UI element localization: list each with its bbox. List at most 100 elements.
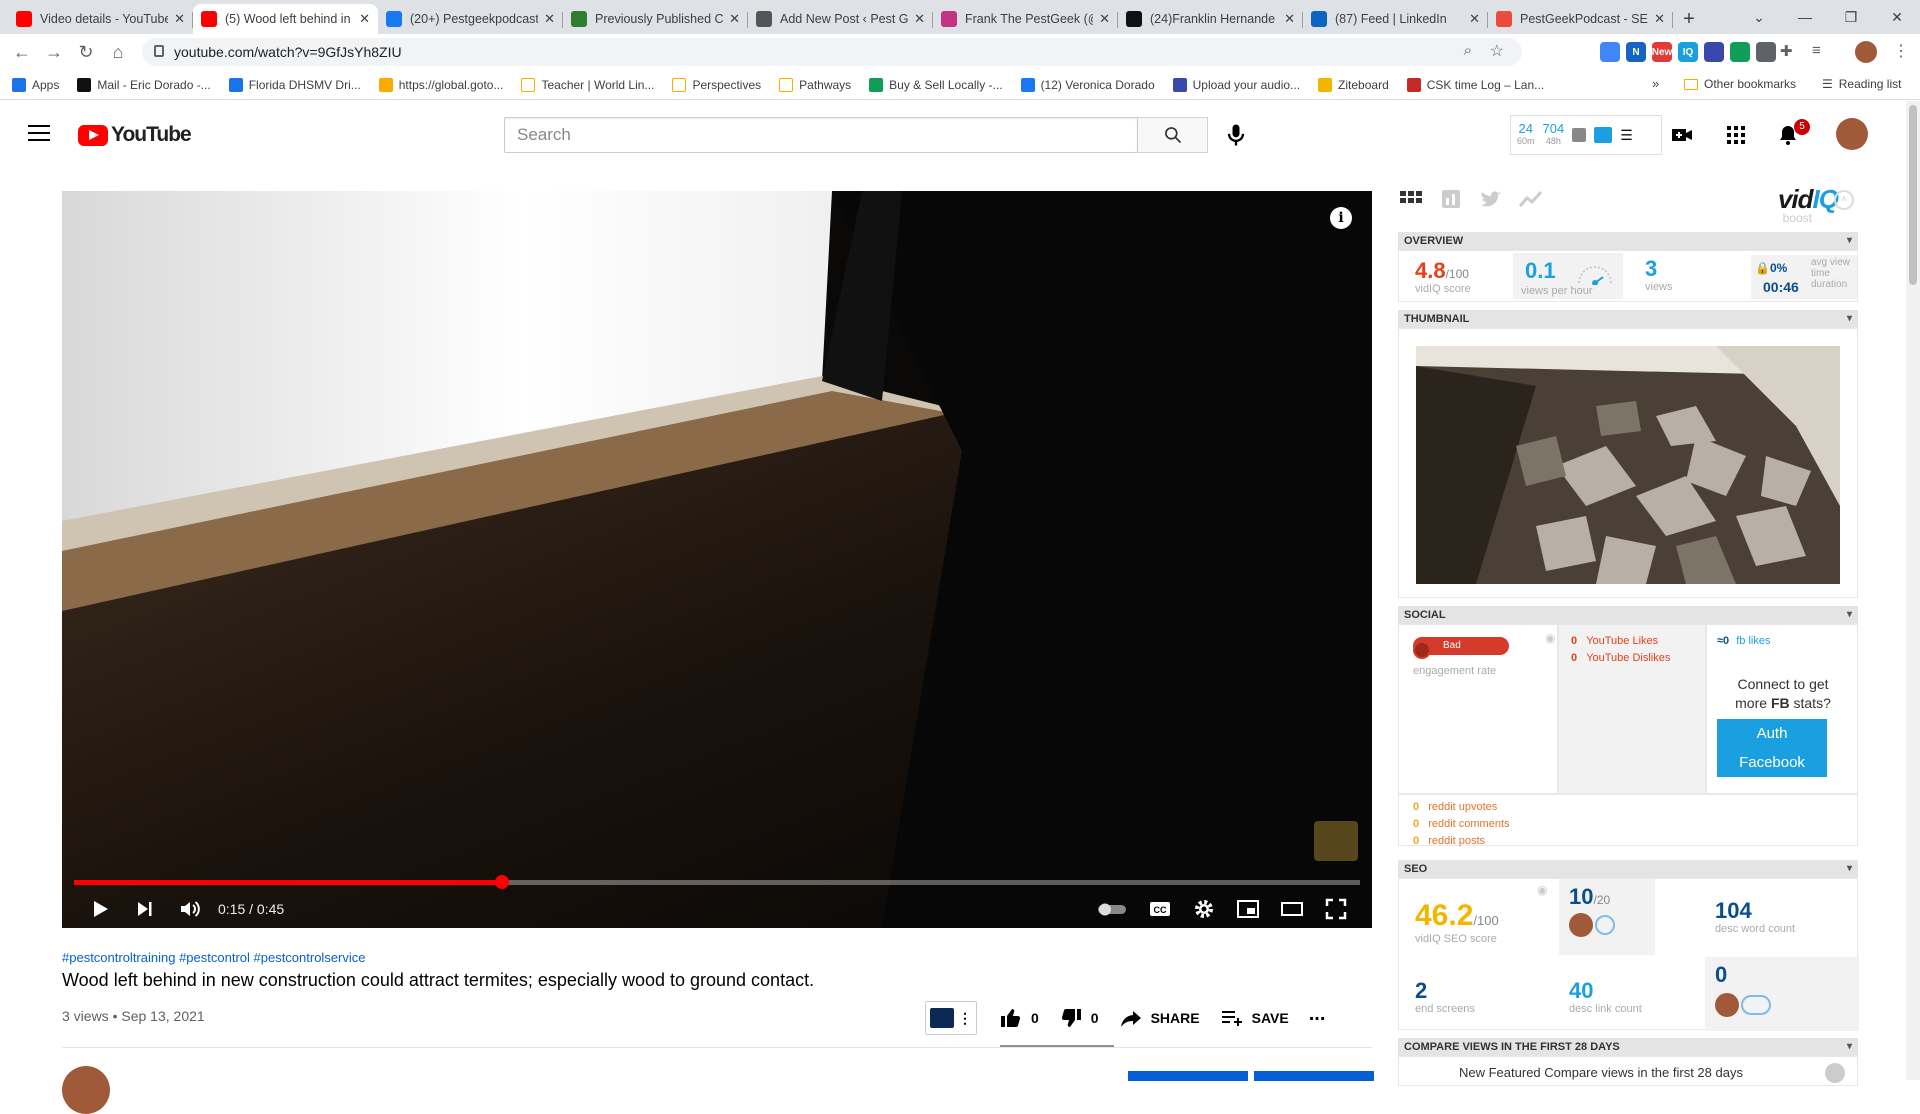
video-hashtags[interactable]: #pestcontroltraining #pestcontrol #pestc… [62,950,366,965]
vidiq-views-48h[interactable]: 704 48h [1543,122,1565,148]
save-button[interactable]: SAVE [1220,1006,1289,1030]
like-button[interactable]: 0 [999,1006,1039,1030]
bookmark-item[interactable]: (12) Veronica Dorado [1020,77,1155,92]
bookmark-item[interactable]: Ziteboard [1318,77,1389,92]
tab-close-icon[interactable]: ✕ [544,11,555,27]
vidiq-list-icon[interactable]: ☰ [1620,127,1633,144]
voice-search-icon[interactable] [1222,121,1250,149]
page-scrollbar[interactable] [1906,101,1920,1080]
compare-header[interactable]: COMPARE VIEWS IN THE FIRST 28 DAYS [1398,1038,1858,1056]
browser-tab[interactable]: Add New Post ‹ Pest G ✕ [748,4,933,34]
bookmark-item[interactable]: Perspectives [672,77,761,92]
twitter-tab-icon[interactable] [1478,188,1504,210]
create-video-icon[interactable] [1670,123,1694,147]
overview-header[interactable]: OVERVIEW [1398,232,1858,250]
video-player[interactable]: i 0:15 / 0:45 CC [62,191,1372,928]
auth-facebook-button[interactable]: Auth Facebook [1717,719,1827,777]
vidiq-stats-tab-icon[interactable] [1438,188,1464,210]
share-button[interactable]: SHARE [1119,1006,1200,1030]
forward-icon[interactable]: → [38,36,70,68]
tab-search-icon[interactable]: ⌄ [1736,9,1782,26]
tab-close-icon[interactable]: ✕ [1469,11,1480,27]
play-icon[interactable] [88,897,112,921]
trend-tab-icon[interactable] [1518,188,1544,210]
new-tab-button[interactable]: + [1673,4,1705,34]
guide-menu-icon[interactable] [28,125,50,141]
extension-icon[interactable]: New [1652,42,1672,62]
browser-tab[interactable]: Video details - YouTube ✕ [8,4,193,34]
eye-icon[interactable]: ◉ [1545,631,1555,645]
bookmark-item[interactable]: Florida DHSMV Dri... [228,77,361,92]
extension-icon[interactable]: N [1626,42,1646,62]
search-input[interactable]: Search [504,117,1138,153]
volume-icon[interactable] [178,897,202,921]
reload-icon[interactable]: ↻ [70,36,102,68]
browser-tab[interactable]: Frank The PestGeek (@ ✕ [933,4,1118,34]
bookmark-item[interactable]: Pathways [779,77,851,92]
browser-tab[interactable]: (5) Wood left behind in ✕ [193,4,378,34]
next-icon[interactable] [132,897,156,921]
address-bar[interactable]: youtube.com/watch?v=9GfJsYh8ZIU ⌕ ☆ [142,38,1522,66]
browser-tab[interactable]: (20+) Pestgeekpodcast ✕ [378,4,563,34]
more-actions-button[interactable]: ... [1309,1003,1326,1026]
browser-tab[interactable]: (24)Franklin Hernande ✕ [1118,4,1303,34]
vidiq-chart-icon[interactable] [1572,128,1587,142]
tab-close-icon[interactable]: ✕ [1099,11,1110,27]
tab-close-icon[interactable]: ✕ [914,11,925,27]
zoom-icon[interactable]: ⌕ [1464,42,1472,59]
fullscreen-icon[interactable] [1324,897,1348,921]
tab-close-icon[interactable]: ✕ [359,11,370,27]
seo-eye-icon[interactable]: ◉ [1537,883,1547,897]
bookmark-item[interactable]: Teacher | World Lin... [521,77,654,92]
apps-grid-icon[interactable] [1724,123,1748,147]
bookmark-item[interactable]: Buy & Sell Locally -... [869,77,1003,92]
extension-icon[interactable] [1600,42,1620,62]
home-icon[interactable]: ⌂ [102,36,134,68]
miniplayer-icon[interactable] [1236,897,1260,921]
thumbnail-header[interactable]: THUMBNAIL [1398,310,1858,328]
vidiq-views-60m[interactable]: 24 60m [1517,122,1535,148]
extension-icon[interactable]: IQ [1678,42,1698,62]
tab-close-icon[interactable]: ✕ [1284,11,1295,27]
close-window-icon[interactable]: ✕ [1874,9,1920,26]
extension-icon[interactable] [1756,42,1776,62]
progress-bar[interactable] [74,875,1360,889]
collapse-icon[interactable]: ˄ [1834,190,1854,210]
browser-tab[interactable]: (87) Feed | LinkedIn ✕ [1303,4,1488,34]
browser-tab[interactable]: PestGeekPodcast - SE ✕ [1488,4,1673,34]
bookmark-star-icon[interactable]: ☆ [1490,41,1504,61]
reading-list[interactable]: ☰ Reading list [1822,77,1901,91]
seo-header[interactable]: SEO [1398,860,1858,878]
chrome-menu-icon[interactable]: ⋮ [1893,41,1909,61]
vidiq-action-button[interactable]: ⋮ [925,1001,977,1035]
captions-icon[interactable]: CC [1148,897,1172,921]
bookmark-item[interactable]: Upload your audio... [1172,77,1300,92]
bookmark-item[interactable]: https://global.goto... [378,77,503,92]
social-header[interactable]: SOCIAL [1398,606,1858,624]
scrollbar-thumb[interactable] [1909,105,1917,285]
channel-avatar[interactable] [62,1066,110,1114]
extension-icon[interactable] [1730,42,1750,62]
tab-close-icon[interactable]: ✕ [174,11,185,27]
profile-avatar[interactable] [1855,41,1877,63]
info-icon[interactable]: i [1330,207,1352,229]
extensions-puzzle-icon[interactable]: ✚ [1780,42,1793,60]
thumbnail-image[interactable] [1416,346,1840,584]
settings-gear-icon[interactable] [1192,897,1216,921]
back-icon[interactable]: ← [6,36,38,68]
account-avatar[interactable] [1836,118,1868,150]
bookmarks-overflow[interactable]: » [1652,76,1659,91]
autoplay-toggle[interactable] [1096,897,1128,921]
tab-close-icon[interactable]: ✕ [1654,11,1665,27]
youtube-logo[interactable]: YouTube [78,123,192,147]
media-control-icon[interactable]: ≡ [1812,42,1821,59]
browser-tab[interactable]: Previously Published C ✕ [563,4,748,34]
vidiq-grid-tab-icon[interactable] [1398,188,1424,210]
dislike-button[interactable]: 0 [1059,1006,1099,1030]
minimize-icon[interactable]: — [1782,9,1828,25]
search-button[interactable] [1138,117,1208,153]
vidiq-player-icon[interactable] [1594,127,1613,143]
channel-watermark[interactable] [1314,821,1358,861]
tab-close-icon[interactable]: ✕ [729,11,740,27]
bookmark-item[interactable]: CSK time Log – Lan... [1406,77,1544,92]
